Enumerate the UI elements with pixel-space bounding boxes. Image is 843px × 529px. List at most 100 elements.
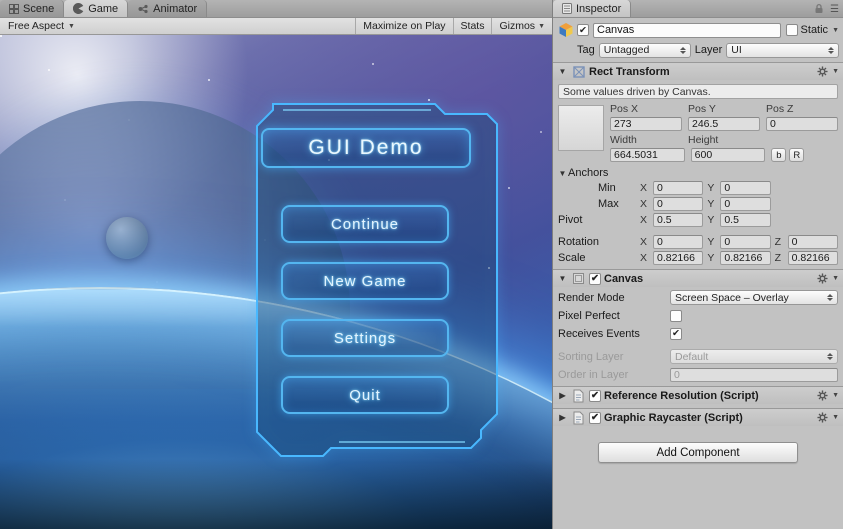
maximize-on-play-button[interactable]: Maximize on Play bbox=[355, 18, 452, 34]
pos-x-label: Pos X bbox=[610, 103, 682, 116]
rotation-y-field[interactable]: 0 bbox=[720, 235, 770, 249]
inspector-body: ✔ Static ▼ Tag Untagged Layer UI bbox=[553, 18, 843, 529]
window-menu-icon[interactable]: ☰ bbox=[830, 5, 839, 15]
render-mode-dropdown[interactable]: Screen Space – Overlay bbox=[670, 290, 838, 305]
reference-resolution-icon bbox=[571, 388, 586, 403]
anchor-preset-preview[interactable] bbox=[558, 105, 604, 151]
foldout-open-icon[interactable]: ▼ bbox=[557, 274, 568, 283]
layer-dropdown[interactable]: UI bbox=[726, 43, 839, 58]
scale-x-field[interactable]: 0.82166 bbox=[653, 251, 703, 265]
context-menu-caret[interactable]: ▼ bbox=[832, 275, 839, 282]
gear-icon[interactable] bbox=[817, 273, 828, 284]
tab-animator[interactable]: Animator bbox=[128, 0, 207, 17]
stats-button[interactable]: Stats bbox=[453, 18, 492, 34]
anchor-min-y-field[interactable]: 0 bbox=[720, 181, 770, 195]
stats-label: Stats bbox=[461, 20, 485, 32]
width-field[interactable]: 664.5031 bbox=[610, 148, 685, 162]
rect-transform-icon bbox=[571, 64, 586, 79]
foldout-closed-icon[interactable]: ▶ bbox=[557, 413, 568, 422]
width-label: Width bbox=[610, 134, 682, 147]
receives-events-checkbox[interactable]: ✔ bbox=[670, 328, 682, 340]
x-axis-label: X bbox=[640, 198, 649, 210]
reference-resolution-header[interactable]: ▶ ✔ Reference Resolution (Script) ▼ bbox=[553, 386, 843, 404]
active-checkbox[interactable]: ✔ bbox=[577, 24, 589, 36]
graphic-raycaster-header[interactable]: ▶ ✔ Graphic Raycaster (Script) ▼ bbox=[553, 408, 843, 426]
y-axis-label: Y bbox=[707, 252, 716, 264]
object-name-field[interactable] bbox=[593, 23, 781, 38]
tab-inspector[interactable]: Inspector bbox=[553, 0, 631, 17]
add-component-button[interactable]: Add Component bbox=[598, 442, 798, 463]
blueprint-mode-button[interactable]: b bbox=[771, 148, 786, 162]
canvas-component-header[interactable]: ▼ ✔ Canvas ▼ bbox=[553, 269, 843, 287]
canvas-enabled-checkbox[interactable]: ✔ bbox=[589, 273, 601, 285]
aspect-ratio-label: Free Aspect bbox=[8, 20, 64, 32]
inspector-window-icons: ☰ bbox=[814, 3, 839, 17]
tag-dropdown[interactable]: Untagged bbox=[599, 43, 691, 58]
raw-edit-mode-button[interactable]: R bbox=[789, 148, 804, 162]
continue-button[interactable]: Continue bbox=[281, 205, 449, 243]
pixel-perfect-row: Pixel Perfect bbox=[553, 308, 843, 323]
rect-transform-header[interactable]: ▼ Rect Transform ▼ bbox=[553, 62, 843, 80]
scale-z-field[interactable]: 0.82166 bbox=[788, 251, 838, 265]
sorting-layer-dropdown[interactable]: Default bbox=[670, 349, 838, 364]
gear-icon[interactable] bbox=[817, 412, 828, 423]
chevron-down-icon: ▼ bbox=[68, 23, 75, 30]
pos-y-field[interactable]: 246.5 bbox=[688, 117, 760, 131]
static-dropdown-caret[interactable]: ▼ bbox=[832, 27, 839, 34]
anchor-min-row: Min X 0 Y 0 bbox=[553, 181, 843, 195]
gizmos-dropdown[interactable]: Gizmos ▼ bbox=[491, 18, 552, 34]
gear-icon[interactable] bbox=[817, 66, 828, 77]
scale-row: Scale X 0.82166 Y 0.82166 Z 0.82166 bbox=[553, 251, 843, 265]
pivot-y-field[interactable]: 0.5 bbox=[720, 213, 770, 227]
new-game-button[interactable]: New Game bbox=[281, 262, 449, 300]
x-axis-label: X bbox=[640, 236, 649, 248]
quit-button[interactable]: Quit bbox=[281, 376, 449, 414]
anchor-max-y-field[interactable]: 0 bbox=[720, 197, 770, 211]
context-menu-caret[interactable]: ▼ bbox=[832, 414, 839, 421]
driven-values-helpbox: Some values driven by Canvas. bbox=[558, 84, 838, 99]
max-label: Max bbox=[558, 198, 636, 210]
settings-button[interactable]: Settings bbox=[281, 319, 449, 357]
pixel-perfect-checkbox[interactable] bbox=[670, 310, 682, 322]
rotation-z-field[interactable]: 0 bbox=[788, 235, 838, 249]
order-in-layer-field[interactable]: 0 bbox=[670, 368, 838, 382]
anchor-min-x-field[interactable]: 0 bbox=[653, 181, 703, 195]
rotation-x-field[interactable]: 0 bbox=[653, 235, 703, 249]
game-viewport[interactable]: GUI Demo Continue New Game Settings Quit bbox=[0, 35, 552, 529]
foldout-open-icon[interactable]: ▼ bbox=[557, 67, 568, 76]
context-menu-caret[interactable]: ▼ bbox=[832, 68, 839, 75]
scale-label: Scale bbox=[558, 252, 636, 264]
anchors-foldout[interactable]: ▼ Anchors bbox=[553, 167, 843, 179]
dropdown-arrows-icon bbox=[680, 47, 686, 54]
aspect-ratio-dropdown[interactable]: Free Aspect ▼ bbox=[0, 18, 83, 34]
foldout-open-icon: ▼ bbox=[557, 169, 568, 178]
order-in-layer-row: Order in Layer 0 bbox=[553, 367, 843, 382]
context-menu-caret[interactable]: ▼ bbox=[832, 392, 839, 399]
reference-resolution-checkbox[interactable]: ✔ bbox=[589, 390, 601, 402]
tab-game[interactable]: Game bbox=[64, 0, 128, 17]
render-mode-row: Render Mode Screen Space – Overlay bbox=[553, 290, 843, 305]
pivot-x-field[interactable]: 0.5 bbox=[653, 213, 703, 227]
canvas-component-title: Canvas bbox=[604, 273, 643, 285]
pos-x-field[interactable]: 273 bbox=[610, 117, 682, 131]
anchor-max-x-field[interactable]: 0 bbox=[653, 197, 703, 211]
dropdown-arrows-icon bbox=[827, 353, 833, 360]
scale-y-field[interactable]: 0.82166 bbox=[720, 251, 770, 265]
static-checkbox[interactable] bbox=[786, 24, 798, 36]
moon bbox=[106, 217, 148, 259]
gameobject-cube-icon bbox=[557, 21, 575, 39]
order-in-layer-label: Order in Layer bbox=[558, 369, 666, 381]
foldout-closed-icon[interactable]: ▶ bbox=[557, 391, 568, 400]
graphic-raycaster-checkbox[interactable]: ✔ bbox=[589, 412, 601, 424]
gameobject-header: ✔ Static ▼ bbox=[553, 21, 843, 39]
min-label: Min bbox=[558, 182, 636, 194]
height-field[interactable]: 600 bbox=[691, 148, 766, 162]
tab-scene[interactable]: Scene bbox=[0, 0, 64, 17]
lock-icon[interactable] bbox=[814, 3, 824, 17]
rotation-label: Rotation bbox=[558, 236, 636, 248]
graphic-raycaster-title: Graphic Raycaster (Script) bbox=[604, 412, 743, 424]
sorting-layer-label: Sorting Layer bbox=[558, 351, 666, 363]
anchor-max-row: Max X 0 Y 0 bbox=[553, 197, 843, 211]
pos-z-field[interactable]: 0 bbox=[766, 117, 838, 131]
gear-icon[interactable] bbox=[817, 390, 828, 401]
